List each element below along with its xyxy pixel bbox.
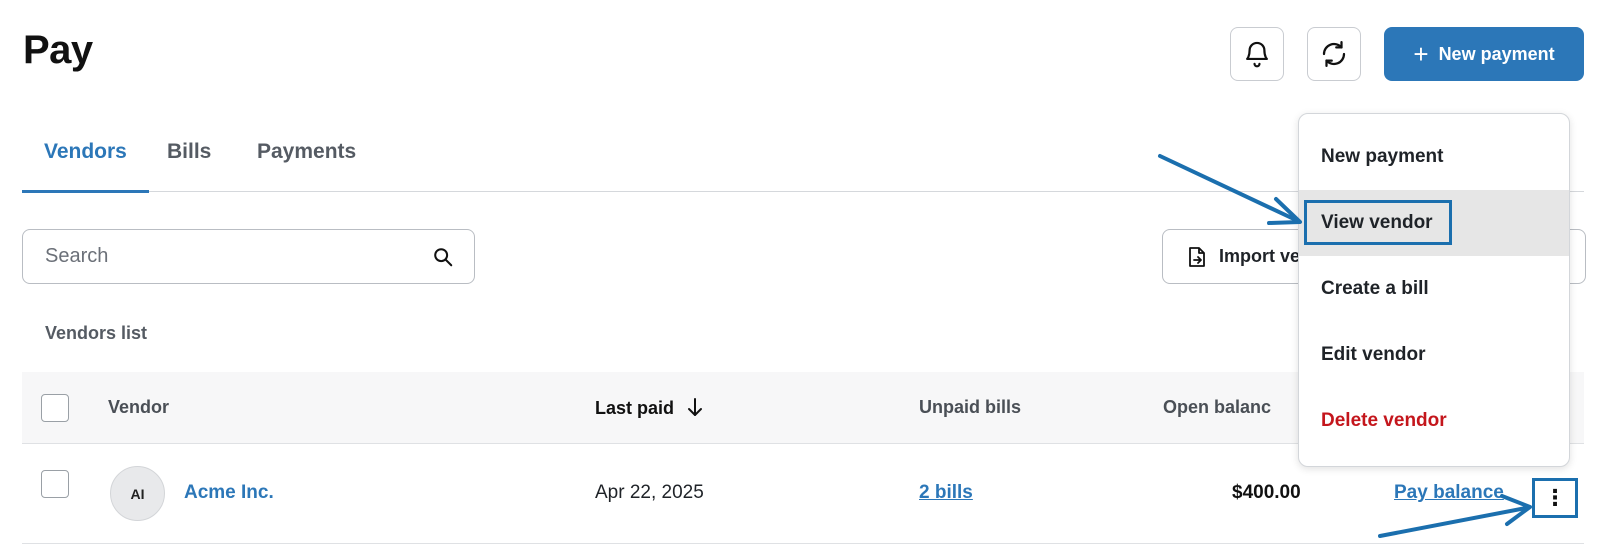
import-button-label: Import ve xyxy=(1219,246,1301,266)
column-unpaid-bills[interactable]: Unpaid bills xyxy=(919,397,1021,418)
plus-icon: + xyxy=(1413,39,1429,69)
select-all-checkbox[interactable] xyxy=(41,394,69,422)
kebab-menu-icon: ⋮ xyxy=(1544,485,1566,510)
last-paid-date: Apr 22, 2025 xyxy=(595,482,704,503)
refresh-button[interactable] xyxy=(1307,27,1361,81)
search-icon[interactable] xyxy=(432,246,454,268)
active-tab-indicator xyxy=(22,190,149,193)
open-balance-amount: $400.00 xyxy=(1232,482,1301,503)
column-open-balance[interactable]: Open balanc xyxy=(1163,397,1271,418)
column-last-paid-label: Last paid xyxy=(595,398,675,418)
tab-bills[interactable]: Bills xyxy=(167,140,211,164)
row-actions-button[interactable]: ⋮ xyxy=(1532,478,1578,518)
new-payment-label: New payment xyxy=(1438,43,1555,64)
tab-payments[interactable]: Payments xyxy=(257,140,356,164)
bell-icon xyxy=(1246,41,1268,68)
view-vendor-highlight-box xyxy=(1304,200,1452,245)
menu-item-edit-vendor[interactable]: Edit vendor xyxy=(1299,322,1569,388)
vendor-name-link[interactable]: Acme Inc. xyxy=(184,482,274,504)
column-last-paid[interactable]: Last paid xyxy=(595,397,703,419)
refresh-icon xyxy=(1322,41,1346,67)
sort-down-icon xyxy=(688,398,703,416)
new-payment-button[interactable]: + New payment xyxy=(1384,27,1584,81)
search-field xyxy=(22,229,475,284)
menu-item-new-payment[interactable]: New payment xyxy=(1299,124,1569,190)
row-actions-menu: New payment View vendor Create a bill Ed… xyxy=(1298,113,1570,467)
pay-balance-link[interactable]: Pay balance xyxy=(1394,482,1504,504)
unpaid-bills-link[interactable]: 2 bills xyxy=(919,482,973,504)
column-vendor[interactable]: Vendor xyxy=(108,397,169,418)
menu-item-delete-vendor[interactable]: Delete vendor xyxy=(1299,388,1569,454)
page-title: Pay xyxy=(23,28,93,72)
vendors-list-label: Vendors list xyxy=(45,323,148,343)
avatar: AI xyxy=(110,466,165,521)
row-checkbox[interactable] xyxy=(41,470,69,498)
notifications-button[interactable] xyxy=(1230,27,1284,81)
search-input[interactable] xyxy=(45,245,432,268)
menu-item-create-bill[interactable]: Create a bill xyxy=(1299,256,1569,322)
import-file-icon xyxy=(1189,246,1205,267)
tab-vendors[interactable]: Vendors xyxy=(44,140,127,164)
